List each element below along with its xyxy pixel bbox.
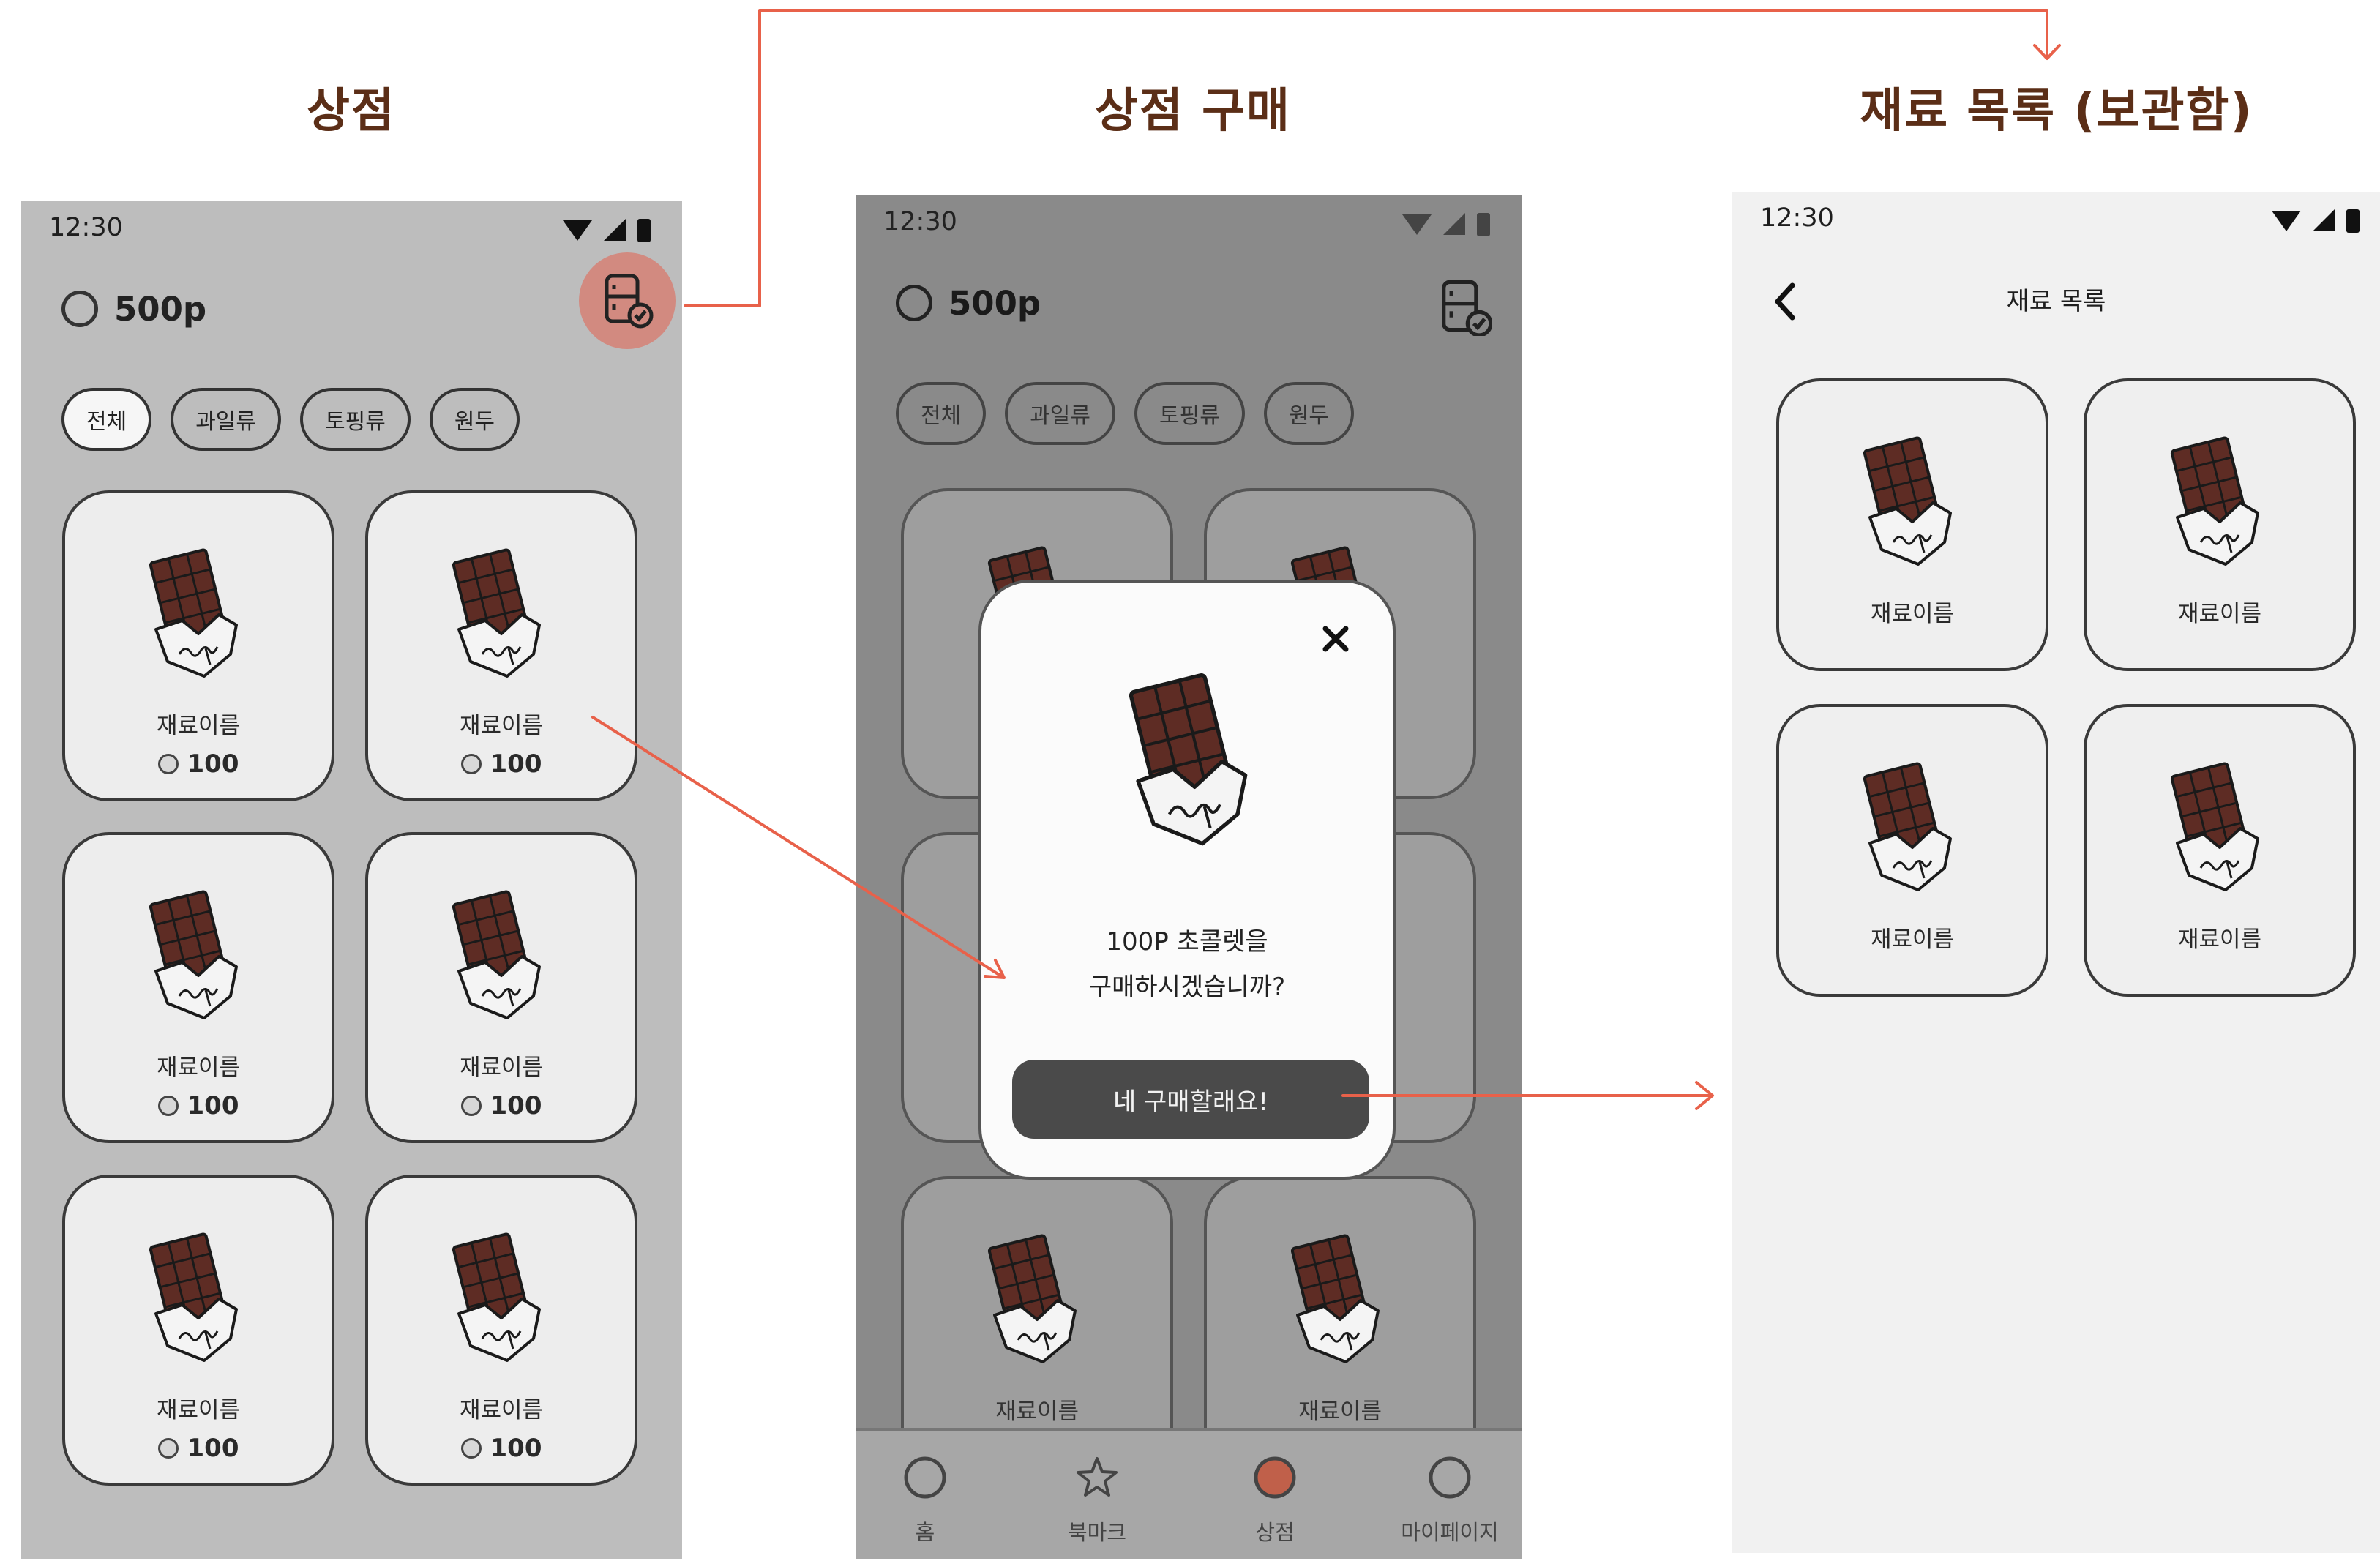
flow-arrow-storage [684, 9, 2048, 307]
flow-arrow-item [591, 716, 1004, 978]
flow-arrows [591, 9, 2061, 1110]
